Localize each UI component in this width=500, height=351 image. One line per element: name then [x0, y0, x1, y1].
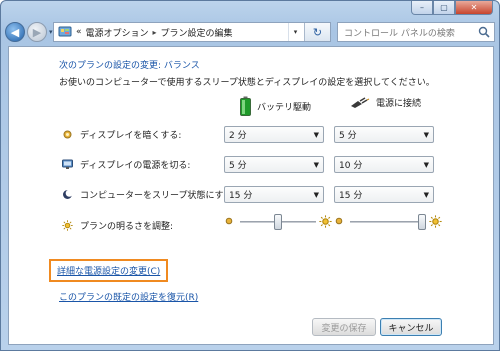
forward-button[interactable]: ▶ [27, 22, 47, 42]
display-off-plugged-select[interactable]: 10 分 ▼ [334, 156, 434, 173]
refresh-button[interactable]: ↻ [304, 23, 330, 41]
dim-display-label: ディスプレイを暗くする: [80, 131, 182, 141]
maximize-button[interactable]: ▢ [433, 1, 455, 15]
sleep-plugged-value: 15 分 [339, 191, 363, 201]
chevron-down-icon: ▼ [423, 191, 429, 199]
breadcrumb-prefix[interactable]: « [76, 27, 82, 37]
bright-sun-icon [319, 215, 332, 228]
address-dropdown[interactable]: ▾ [288, 23, 302, 41]
dim-display-plugged-select[interactable]: 5 分 ▼ [334, 126, 434, 143]
slider-track [350, 221, 426, 223]
sleep-label: コンピューターをスリープ状態にする: [80, 191, 236, 201]
dim-display-battery-value: 2 分 [229, 131, 247, 141]
sleep-plugged-select[interactable]: 15 分 ▼ [334, 186, 434, 203]
brightness-label: プランの明るさを調整: [80, 222, 174, 232]
brightness-battery-slider[interactable] [224, 213, 332, 231]
search-input[interactable]: コントロール パネルの検索 [344, 26, 455, 39]
sleep-battery-select[interactable]: 15 分 ▼ [224, 186, 324, 203]
display-off-label: ディスプレイの電源を切る: [80, 161, 191, 171]
chevron-down-icon: ▼ [313, 191, 319, 199]
cancel-button[interactable]: キャンセル [380, 318, 442, 336]
display-off-plugged-value: 10 分 [339, 161, 363, 171]
chevron-down-icon: ▼ [313, 161, 319, 169]
back-button[interactable]: ◀ [5, 22, 25, 42]
chevron-down-icon: ▼ [423, 131, 429, 139]
dim-display-row-label: ディスプレイを暗くする: [62, 128, 181, 141]
save-changes-button[interactable]: 変更の保存 [312, 318, 376, 336]
minimize-button[interactable]: – [411, 1, 433, 15]
caption-buttons: – ▢ ✕ [411, 1, 493, 15]
dim-sun-icon [335, 217, 343, 225]
control-panel-icon [58, 26, 72, 37]
dim-sun-icon [225, 217, 233, 225]
sun-icon [62, 220, 73, 231]
breadcrumb-separator-icon[interactable]: ▸ [153, 28, 157, 37]
plugged-in-column-label: 電源に接続 [376, 99, 422, 109]
sleep-row-label: コンピューターをスリープ状態にする: [62, 188, 236, 201]
settings-panel: 次のプランの設定の変更: バランス お使いのコンピューターで使用するスリープ状態… [8, 46, 494, 345]
plugged-in-column-header: 電源に接続 [350, 96, 421, 109]
address-bar[interactable]: « 電源オプション ▸ プラン設定の編集 ▾ ↻ [53, 22, 331, 42]
display-off-battery-value: 5 分 [229, 161, 247, 171]
search-box[interactable]: コントロール パネルの検索 [337, 22, 495, 42]
battery-icon [240, 96, 251, 116]
restore-defaults-link[interactable]: このプランの既定の設定を復元(R) [59, 290, 198, 303]
power-plug-icon [351, 96, 370, 108]
display-off-row-label: ディスプレイの電源を切る: [62, 158, 190, 171]
page-title: 次のプランの設定の変更: バランス [59, 61, 200, 71]
search-icon[interactable] [478, 26, 490, 38]
slider-thumb[interactable] [418, 214, 427, 230]
dim-display-plugged-value: 5 分 [339, 131, 357, 141]
dim-display-icon [63, 130, 72, 139]
monitor-icon [62, 159, 73, 169]
battery-column-header: バッテリ駆動 [240, 96, 311, 116]
brightness-plugged-slider[interactable] [334, 213, 442, 231]
chevron-down-icon: ▼ [313, 131, 319, 139]
slider-thumb[interactable] [274, 214, 282, 230]
bright-sun-icon [429, 215, 442, 228]
advanced-power-settings-link[interactable]: 詳細な電源設定の変更(C) [49, 259, 169, 282]
display-off-battery-select[interactable]: 5 分 ▼ [224, 156, 324, 173]
dim-display-battery-select[interactable]: 2 分 ▼ [224, 126, 324, 143]
moon-icon [63, 189, 73, 199]
brightness-row-label: プランの明るさを調整: [62, 219, 173, 232]
close-button[interactable]: ✕ [455, 1, 493, 15]
breadcrumb-power-options[interactable]: 電源オプション [86, 26, 149, 39]
sleep-battery-value: 15 分 [229, 191, 253, 201]
battery-column-label: バッテリ駆動 [257, 102, 312, 113]
chevron-down-icon: ▼ [423, 161, 429, 169]
navigation-toolbar: ◀ ▶ ▾ « 電源オプション ▸ プラン設定の編集 ▾ ↻ コントロール パネ… [5, 20, 495, 44]
page-description: お使いのコンピューターで使用するスリープ状態とディスプレイの設定を選択してくださ… [59, 78, 435, 88]
breadcrumb-edit-plan[interactable]: プラン設定の編集 [161, 26, 233, 39]
power-options-window: – ▢ ✕ ◀ ▶ ▾ « 電源オプション ▸ プラン設定の編集 ▾ ↻ コント… [0, 0, 500, 351]
